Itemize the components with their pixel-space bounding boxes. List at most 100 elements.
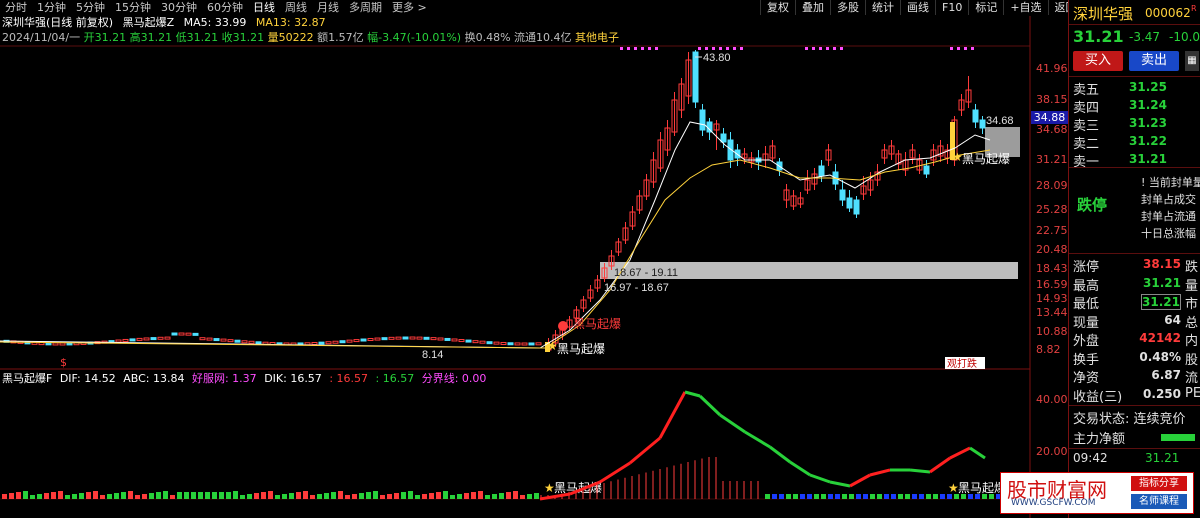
candle: [136, 337, 143, 341]
ind-bar: [275, 495, 280, 499]
ind-bar: [121, 492, 126, 499]
ind-bar: [898, 494, 903, 499]
signal-dot: [740, 47, 743, 50]
ind-line-seg: [789, 460, 811, 477]
candle: [458, 339, 465, 343]
buy-button[interactable]: 买入: [1073, 51, 1123, 71]
stat-suffix: 内: [1185, 334, 1199, 349]
ind-line-seg: [849, 473, 871, 488]
sell-button[interactable]: 卖出: [1129, 51, 1179, 71]
candle: [143, 337, 150, 341]
candle: [528, 342, 535, 346]
stat-label: 换手: [1073, 352, 1100, 368]
limit-status: 跌停: [1077, 196, 1108, 214]
trade-status: 交易状态: 连续竞价: [1073, 412, 1186, 427]
ind-hmw: 好服网: 1.37: [191, 372, 257, 385]
candle: [507, 342, 514, 346]
ask-price: 31.22: [1129, 134, 1167, 148]
ind-line-seg: [769, 445, 791, 464]
signal-label-2: 黑马起爆: [573, 317, 621, 331]
ind-line-seg: [698, 394, 722, 417]
ind-bar: [408, 491, 413, 499]
ind-bar: [891, 494, 896, 499]
candle-body: [972, 109, 979, 123]
ind-bar: [786, 494, 791, 499]
signal-dot: [971, 47, 974, 50]
ind-bar: [58, 491, 63, 499]
stat-label: 净资: [1073, 371, 1100, 386]
signal-dot: [819, 47, 822, 50]
ind-dik: DIK: 16.57: [264, 372, 322, 385]
price-axis-label: 41.96: [1036, 62, 1068, 75]
ind-bar: [366, 492, 371, 499]
ind-bar: [968, 494, 973, 499]
low-annotation: 8.14: [422, 349, 443, 361]
candle-body: [846, 197, 853, 209]
ind-bar: [478, 491, 483, 499]
last-annotation: 34.68: [986, 115, 1014, 127]
signal-label-3: 黑马起爆: [962, 152, 1010, 166]
ind-bar: [415, 495, 420, 499]
signal-dot: [620, 47, 623, 50]
stat-suffix: 股: [1185, 352, 1199, 368]
ind-bar: [30, 495, 35, 499]
ind-bar: [884, 494, 889, 499]
candle: [325, 341, 332, 345]
candle: [360, 338, 367, 342]
ind-line-seg: [629, 436, 661, 465]
candle: [409, 336, 416, 340]
candle: [479, 340, 486, 344]
tick-time: 09:42: [1073, 451, 1108, 465]
stat-value: 31.21: [1143, 275, 1181, 290]
kline-chart[interactable]: 43.80 8.14 34.68 18.67 - 19.11 16.97 - 1…: [0, 0, 1068, 518]
ind-bar: [926, 494, 931, 499]
candle: [52, 342, 59, 346]
ind-bar: [317, 494, 322, 499]
ask-price: 31.24: [1129, 98, 1167, 112]
ind-bar: [240, 495, 245, 499]
ind-bar: [331, 492, 336, 499]
candle: [423, 336, 430, 340]
ind-bar: [44, 493, 49, 499]
candle: [402, 336, 409, 340]
ind-bar: [954, 494, 959, 499]
last-price: 31.21: [1073, 27, 1124, 46]
candle-body: [979, 119, 986, 129]
quote-panel: 深圳华强 000062 R 31.21 -3.47 -10.01 买入 卖出 ▦…: [1068, 0, 1200, 518]
signal-dot: [705, 47, 708, 50]
price-axis-label: 34.68: [1036, 123, 1068, 136]
ind-bar: [849, 494, 854, 499]
ind-bar: [919, 494, 924, 499]
signal-dot: [826, 47, 829, 50]
signal-dot: [805, 47, 808, 50]
watermark: 股市财富网 WWW.GSCFW.COM 指标分享 名师课程: [1000, 472, 1194, 514]
ind-bar: [464, 493, 469, 499]
ind-bar: [191, 492, 196, 499]
candle: [171, 332, 178, 336]
star-icon: ★: [948, 481, 959, 495]
candle: [346, 339, 353, 343]
candle: [199, 337, 206, 341]
ind-name[interactable]: 黑马起爆F: [2, 372, 52, 385]
ind-bar: [16, 492, 21, 499]
ind-bar: [457, 494, 462, 499]
ind-bar: [814, 494, 819, 499]
candle: [395, 336, 402, 340]
price-axis-label: 16.59: [1036, 278, 1068, 291]
ind-bar: [142, 494, 147, 499]
divider: [1069, 448, 1200, 449]
ind-line-seg: [809, 473, 831, 484]
signal-dot: [840, 47, 843, 50]
ind-bar: [107, 494, 112, 499]
candle: [388, 336, 395, 340]
price-tag: 34.88: [1031, 111, 1068, 124]
ind-bar: [149, 493, 154, 499]
price-axis-label: 10.88: [1036, 325, 1068, 338]
signal-dot: [833, 47, 836, 50]
ask-label: 卖五: [1073, 83, 1100, 98]
candle: [311, 342, 318, 346]
ind-bar: [401, 492, 406, 499]
stat-value: 0.48%: [1139, 349, 1181, 364]
ind-line-seg: [658, 391, 687, 439]
grid-icon[interactable]: ▦: [1185, 51, 1199, 71]
